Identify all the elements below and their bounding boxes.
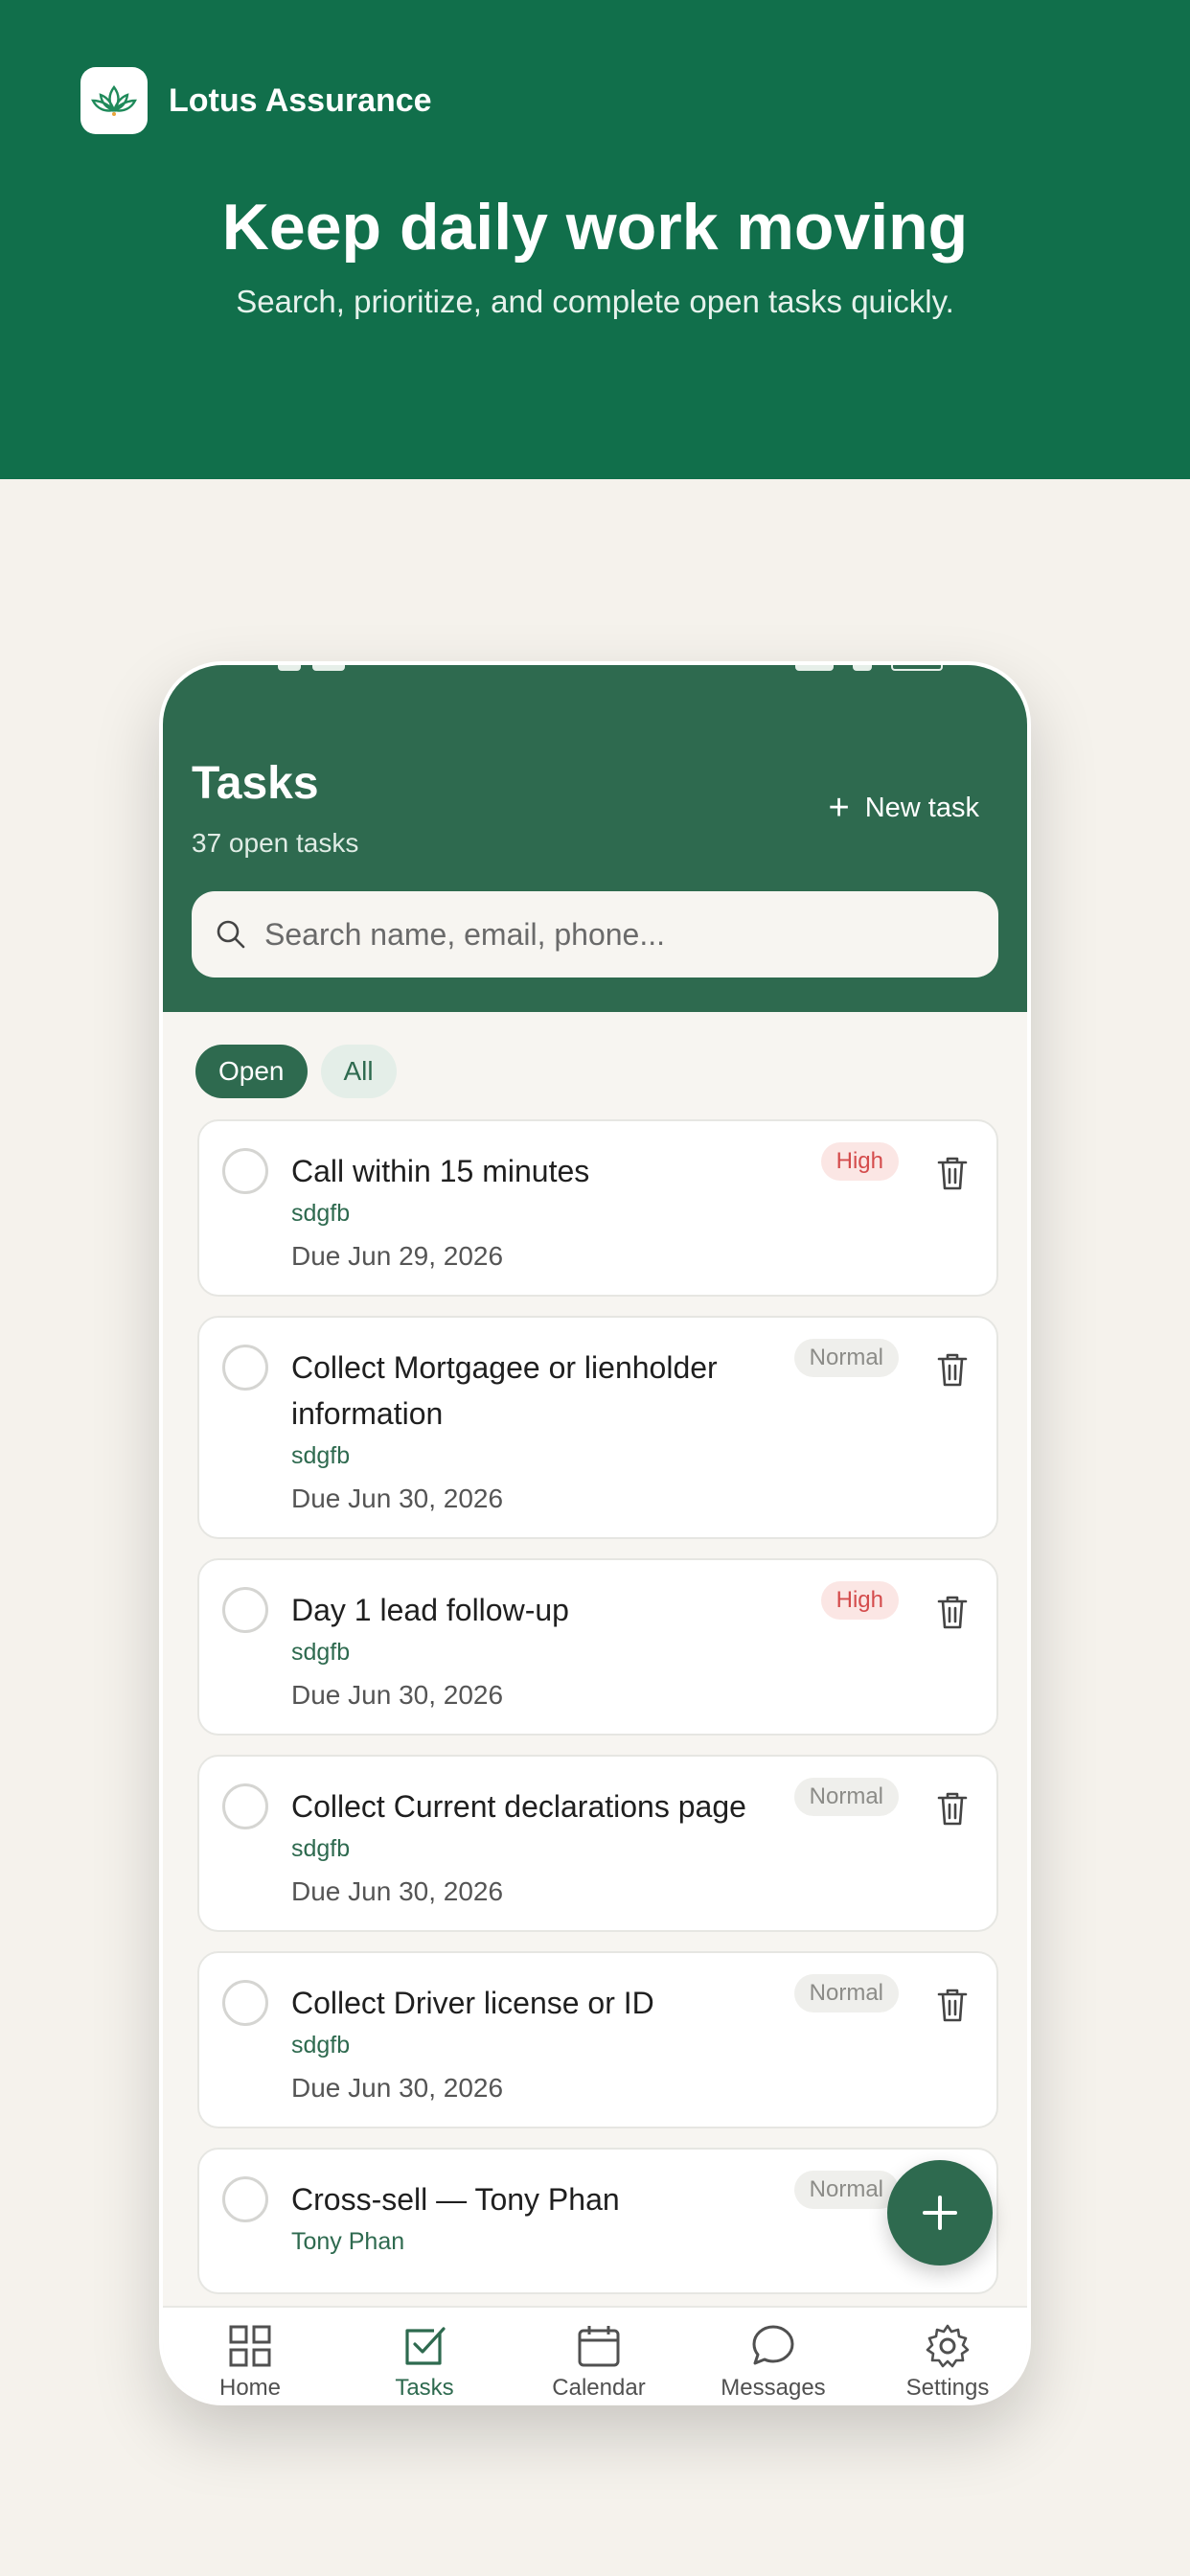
task-due-date: Due Jun 30, 2026	[291, 1876, 504, 1906]
tab-label: Messages	[721, 2375, 826, 2401]
task-card[interactable]: Collect Mortgagee or lienholder informat…	[197, 1316, 998, 1539]
priority-badge: High	[820, 1581, 899, 1620]
trash-icon[interactable]	[935, 1350, 970, 1389]
complete-checkbox[interactable]	[222, 1148, 268, 1194]
complete-checkbox[interactable]	[222, 1345, 268, 1391]
app-header: Tasks 37 open tasks + New task	[163, 665, 1027, 1012]
new-task-label: New task	[864, 792, 979, 823]
search-bar[interactable]	[192, 891, 998, 978]
filter-chip-all[interactable]: All	[320, 1045, 397, 1098]
grid-icon	[229, 2325, 271, 2367]
tab-settings[interactable]: Settings	[860, 2308, 1027, 2402]
page-title: Tasks	[192, 758, 319, 809]
open-task-count: 37 open tasks	[192, 828, 359, 858]
task-owner[interactable]: sdgfb	[291, 1835, 996, 1863]
complete-checkbox[interactable]	[222, 1587, 268, 1633]
task-title: Collect Mortgagee or lienholder informat…	[291, 1350, 718, 1431]
tab-tasks[interactable]: Tasks	[337, 2308, 512, 2402]
calendar-icon	[578, 2326, 620, 2367]
phone-mockup: Tasks 37 open tasks + New task Open All …	[159, 661, 1031, 2405]
task-title: Cross-sell — Tony Phan	[291, 2182, 620, 2217]
filter-chip-open[interactable]: Open	[195, 1045, 308, 1098]
complete-checkbox[interactable]	[222, 1783, 268, 1829]
task-owner[interactable]: sdgfb	[291, 1200, 996, 1228]
promo-banner: Lotus Assurance Keep daily work moving S…	[0, 0, 1190, 479]
bottom-tab-bar: Home Tasks Calendar Messages Settings	[163, 2306, 1027, 2402]
task-title: Day 1 lead follow-up	[291, 1593, 569, 1627]
tab-label: Home	[218, 2375, 282, 2401]
task-card[interactable]: Collect Current declarations page sdgfb …	[197, 1755, 998, 1932]
task-due-date: Due Jun 30, 2026	[291, 1484, 504, 1513]
chat-bubble-icon	[752, 2325, 794, 2365]
tab-label: Settings	[905, 2375, 990, 2401]
plus-icon	[923, 2196, 957, 2230]
task-title: Collect Current declarations page	[291, 1789, 746, 1824]
complete-checkbox[interactable]	[222, 2176, 268, 2222]
task-due-date: Due Jun 30, 2026	[291, 1680, 504, 1710]
search-icon	[217, 920, 245, 949]
trash-icon[interactable]	[935, 1154, 970, 1192]
complete-checkbox[interactable]	[222, 1980, 268, 2026]
task-card[interactable]: Cross-sell — Tony Phan Tony Phan Normal	[197, 2148, 998, 2294]
priority-badge: Normal	[793, 1339, 899, 1377]
task-title: Call within 15 minutes	[291, 1154, 590, 1188]
lotus-icon	[80, 67, 148, 134]
priority-badge: Normal	[793, 2171, 899, 2209]
filter-chips: Open All	[195, 1045, 410, 1098]
add-task-fab[interactable]	[887, 2160, 993, 2266]
tab-calendar[interactable]: Calendar	[512, 2308, 686, 2402]
task-card[interactable]: Day 1 lead follow-up sdgfb Due Jun 30, 2…	[197, 1558, 998, 1736]
status-bar-icons	[795, 665, 949, 673]
task-due-date: Due Jun 30, 2026	[291, 2073, 504, 2103]
trash-icon[interactable]	[935, 1593, 970, 1631]
task-due-date: Due Jun 29, 2026	[291, 1241, 504, 1271]
tab-label: Tasks	[395, 2375, 454, 2401]
trash-icon[interactable]	[935, 1986, 970, 2024]
plus-icon: +	[828, 788, 850, 828]
checkbox-icon	[405, 2327, 446, 2365]
task-title: Collect Driver license or ID	[291, 1986, 654, 2020]
promo-subtitle: Search, prioritize, and complete open ta…	[236, 284, 954, 319]
task-owner[interactable]: sdgfb	[291, 2032, 996, 2059]
status-bar-time	[278, 665, 355, 673]
promo-title: Keep daily work moving	[221, 191, 969, 264]
task-owner[interactable]: sdgfb	[291, 1639, 996, 1667]
search-input[interactable]	[264, 916, 954, 953]
new-task-button[interactable]: + New task	[829, 790, 979, 826]
task-owner[interactable]: sdgfb	[291, 1442, 996, 1470]
tab-label: Calendar	[552, 2375, 646, 2401]
task-card[interactable]: Call within 15 minutes sdgfb Due Jun 29,…	[197, 1119, 998, 1297]
priority-badge: Normal	[793, 1974, 899, 2012]
priority-badge: Normal	[793, 1778, 899, 1816]
task-card[interactable]: Collect Driver license or ID sdgfb Due J…	[197, 1951, 998, 2128]
gear-icon	[926, 2324, 970, 2368]
trash-icon[interactable]	[935, 1789, 970, 1828]
brand: Lotus Assurance	[80, 67, 432, 134]
task-list: Call within 15 minutes sdgfb Due Jun 29,…	[197, 1119, 998, 2313]
brand-name: Lotus Assurance	[169, 81, 432, 119]
tab-messages[interactable]: Messages	[686, 2308, 860, 2402]
priority-badge: High	[820, 1142, 899, 1181]
tab-home[interactable]: Home	[163, 2308, 337, 2402]
